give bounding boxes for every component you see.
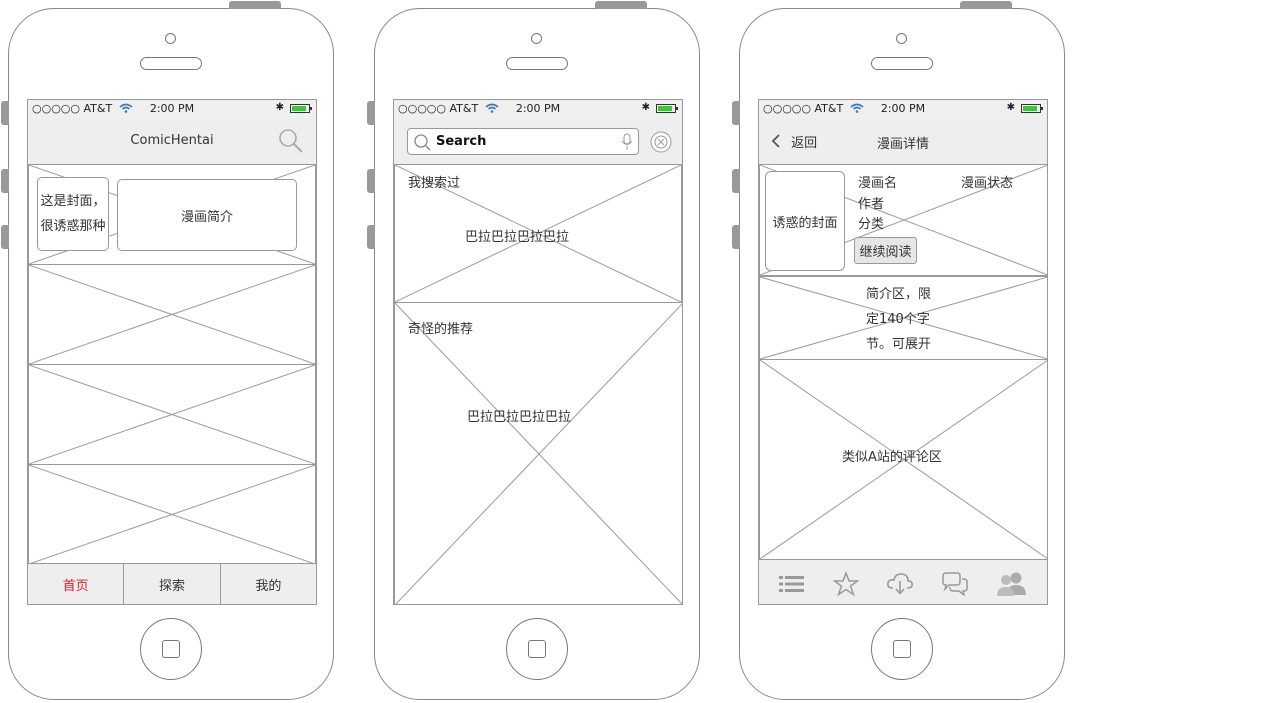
clear-search-icon[interactable] (650, 131, 672, 153)
app-title: ComicHentai (130, 133, 214, 148)
phone-mockup-search: ○○○○○ AT&T 2:00 PM ✱ Search 我搜索过 巴拉巴拉巴拉巴… (367, 1, 700, 700)
screen-detail: ○○○○○ AT&T 2:00 PM ✱ 返回 漫画详情 诱惑的封面 漫画名 漫… (758, 99, 1048, 605)
detail-toolbar (759, 560, 1047, 604)
search-icon (414, 134, 431, 151)
comic-status: 漫画状态 (961, 176, 1014, 191)
speaker-grille (506, 57, 568, 70)
page-title: 漫画详情 (877, 137, 930, 152)
screen-home: ○○○○○ AT&T 2:00 PM ✱ ComicHentai 这是封面，很诱… (27, 99, 317, 605)
power-button (229, 1, 281, 9)
mute-switch (1, 101, 9, 125)
search-bar-area: Search (394, 118, 682, 164)
feed-item[interactable]: 这是封面，很诱惑那种 漫画简介 (28, 164, 316, 265)
cover-placeholder[interactable]: 这是封面，很诱惑那种 (37, 177, 109, 251)
status-time: 2:00 PM (149, 102, 195, 115)
battery-icon (656, 104, 678, 113)
back-button[interactable]: 返回 (771, 132, 817, 151)
speaker-grille (871, 57, 933, 70)
home-button[interactable] (871, 618, 933, 680)
comic-intro-box[interactable]: 漫画简介 (117, 179, 297, 251)
mute-switch (732, 101, 740, 125)
battery-level (292, 106, 306, 111)
recommendation-section[interactable]: 奇怪的推荐 巴拉巴拉巴拉巴拉 (394, 302, 682, 604)
status-time: 2:00 PM (515, 102, 561, 115)
continue-reading-button[interactable]: 继续阅读 (854, 237, 917, 264)
battery-level (658, 106, 672, 111)
back-label: 返回 (791, 136, 818, 151)
cover-text: 诱惑的封面 (772, 215, 838, 231)
status-bar: ○○○○○ AT&T 2:00 PM ✱ (28, 100, 316, 118)
cloud-download-icon[interactable] (886, 572, 914, 596)
comic-author: 作者 (858, 197, 885, 212)
list-icon[interactable] (778, 573, 806, 595)
home-button[interactable] (506, 618, 568, 680)
search-placeholder: Search (436, 134, 487, 149)
status-bar: ○○○○○ AT&T 2:00 PM ✱ (394, 100, 682, 118)
comic-name: 漫画名 (858, 176, 898, 191)
front-camera (165, 33, 176, 44)
volume-up-button (367, 169, 375, 193)
phone-mockup-detail: ○○○○○ AT&T 2:00 PM ✱ 返回 漫画详情 诱惑的封面 漫画名 漫… (732, 1, 1065, 700)
cover-text: 这是封面，很诱惑那种 (40, 194, 106, 234)
tab-explore[interactable]: 探索 (124, 564, 221, 604)
tab-bar: 首页 探索 我的 (28, 563, 316, 604)
star-icon[interactable] (833, 571, 860, 597)
phone-mockup-home: ○○○○○ AT&T 2:00 PM ✱ ComicHentai 这是封面，很诱… (1, 1, 334, 700)
speaker-grille (140, 57, 202, 70)
tab-home-label: 首页 (62, 578, 89, 594)
battery-icon (1021, 104, 1043, 113)
volume-up-button (1, 169, 9, 193)
front-camera (531, 33, 542, 44)
home-square-icon (162, 640, 180, 658)
volume-down-button (1, 225, 9, 249)
continue-reading-label: 继续阅读 (859, 245, 912, 260)
chevron-left-icon (771, 134, 780, 148)
tab-explore-label: 探索 (158, 578, 185, 594)
bluetooth-icon: ✱ (641, 102, 650, 113)
feed-item[interactable] (28, 264, 316, 365)
comments-text: 类似A站的评论区 (842, 450, 942, 465)
battery-icon (290, 104, 312, 113)
status-time: 2:00 PM (880, 102, 926, 115)
tab-home[interactable]: 首页 (28, 564, 125, 604)
volume-up-button (732, 169, 740, 193)
nav-bar: ComicHentai (28, 118, 316, 164)
search-input[interactable]: Search (407, 128, 639, 155)
recommendation-title: 奇怪的推荐 (408, 322, 474, 337)
volume-down-button (367, 225, 375, 249)
search-history-section[interactable]: 我搜索过 巴拉巴拉巴拉巴拉 (394, 164, 682, 303)
home-button[interactable] (140, 618, 202, 680)
summary-section[interactable]: 简介区，限定140个字节。可展开 (759, 276, 1047, 360)
comments-section[interactable]: 类似A站的评论区 (759, 359, 1047, 560)
search-icon[interactable] (278, 128, 304, 154)
search-history-title: 我搜索过 (408, 176, 461, 191)
search-history-text: 巴拉巴拉巴拉巴拉 (465, 230, 570, 245)
tab-mine[interactable]: 我的 (221, 564, 316, 604)
recommendation-text: 巴拉巴拉巴拉巴拉 (467, 410, 572, 425)
users-icon[interactable] (996, 571, 1028, 597)
status-bar: ○○○○○ AT&T 2:00 PM ✱ (759, 100, 1047, 118)
power-button (595, 1, 647, 9)
feed-item[interactable] (28, 364, 316, 465)
tab-mine-label: 我的 (255, 578, 282, 594)
summary-text: 简介区，限定140个字节。可展开 (866, 287, 932, 352)
comic-category: 分类 (858, 217, 885, 232)
front-camera (896, 33, 907, 44)
microphone-icon[interactable] (621, 133, 633, 151)
comic-intro-text: 漫画简介 (180, 209, 233, 225)
feed-item[interactable] (28, 464, 316, 565)
power-button (960, 1, 1012, 9)
cover-placeholder[interactable]: 诱惑的封面 (765, 171, 845, 271)
mute-switch (367, 101, 375, 125)
home-square-icon (893, 640, 911, 658)
home-square-icon (528, 640, 546, 658)
volume-down-button (732, 225, 740, 249)
bluetooth-icon: ✱ (1006, 102, 1015, 113)
nav-bar: 返回 漫画详情 (759, 118, 1047, 164)
comic-info-section: 诱惑的封面 漫画名 漫画状态 作者 分类 继续阅读 (759, 164, 1047, 276)
battery-level (1023, 106, 1037, 111)
screen-search: ○○○○○ AT&T 2:00 PM ✱ Search 我搜索过 巴拉巴拉巴拉巴… (393, 99, 683, 605)
chat-icon[interactable] (941, 572, 969, 596)
bluetooth-icon: ✱ (275, 102, 284, 113)
